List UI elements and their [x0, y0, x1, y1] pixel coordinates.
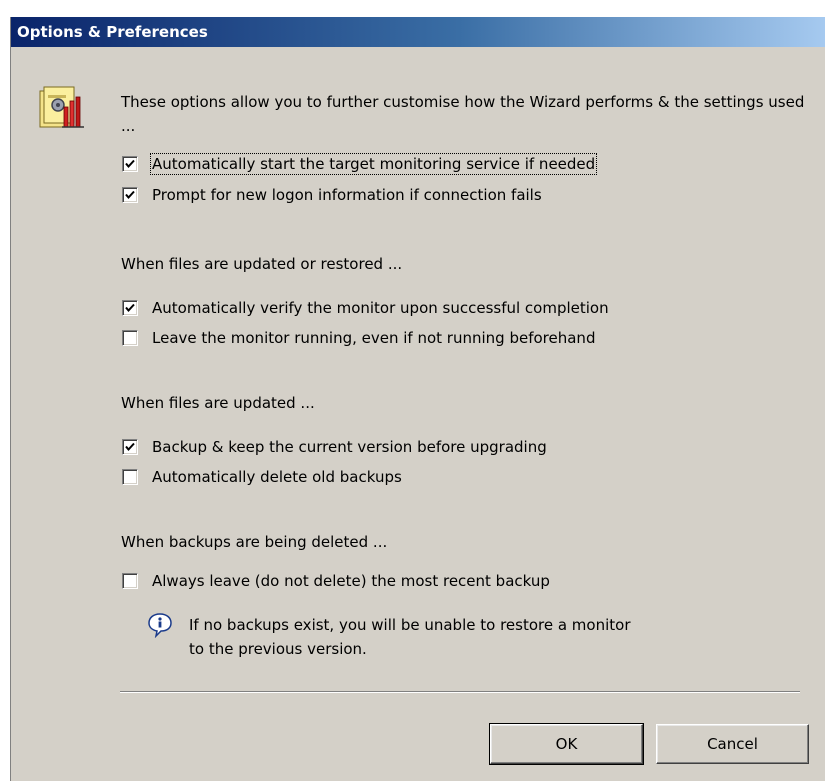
- section-heading-deleted: When backups are being deleted ...: [121, 533, 388, 551]
- checkbox-box[interactable]: [122, 573, 138, 589]
- checkbox-label: Prompt for new logon information if conn…: [152, 186, 542, 204]
- ok-button[interactable]: OK: [489, 723, 644, 765]
- intro-text: These options allow you to further custo…: [121, 93, 805, 135]
- section-heading-updated: When files are updated ...: [121, 394, 315, 412]
- options-dialog: Options & Preferences These options allo…: [10, 17, 825, 781]
- checkbox-label: Leave the monitor running, even if not r…: [152, 329, 596, 347]
- info-line-1: If no backups exist, you will be unable …: [189, 616, 631, 634]
- prompt-logon-checkbox[interactable]: Prompt for new logon information if conn…: [122, 184, 542, 206]
- leave-monitor-running-checkbox[interactable]: Leave the monitor running, even if not r…: [122, 327, 595, 349]
- check-mark-icon: [125, 190, 135, 200]
- backup-keep-version-checkbox[interactable]: Backup & keep the current version before…: [122, 436, 547, 458]
- checkbox-label: Automatically start the target monitorin…: [149, 153, 598, 175]
- section-heading-updated-restored: When files are updated or restored ...: [121, 255, 403, 273]
- separator: [120, 691, 800, 693]
- cancel-button[interactable]: Cancel: [656, 724, 809, 764]
- check-mark-icon: [125, 303, 135, 313]
- checkbox-label: Automatically verify the monitor upon su…: [152, 299, 609, 317]
- check-mark-icon: [125, 442, 135, 452]
- checkbox-box[interactable]: [122, 187, 138, 203]
- checkbox-box[interactable]: [122, 156, 138, 172]
- auto-start-service-checkbox[interactable]: Automatically start the target monitorin…: [122, 153, 598, 175]
- checkbox-box[interactable]: [122, 330, 138, 346]
- info-line-2: to the previous version.: [189, 640, 367, 658]
- auto-delete-backups-checkbox[interactable]: Automatically delete old backups: [122, 466, 402, 488]
- wizard-settings-icon: [34, 81, 90, 137]
- auto-verify-checkbox[interactable]: Automatically verify the monitor upon su…: [122, 297, 609, 319]
- dialog-title: Options & Preferences: [11, 17, 825, 47]
- info-note: If no backups exist, you will be unable …: [189, 613, 631, 661]
- info-balloon-icon: [147, 612, 173, 639]
- leave-recent-backup-checkbox[interactable]: Always leave (do not delete) the most re…: [122, 570, 550, 592]
- checkbox-label: Backup & keep the current version before…: [152, 438, 547, 456]
- checkbox-label: Automatically delete old backups: [152, 468, 402, 486]
- checkbox-box[interactable]: [122, 300, 138, 316]
- check-mark-icon: [125, 159, 135, 169]
- checkbox-box[interactable]: [122, 439, 138, 455]
- checkbox-label: Always leave (do not delete) the most re…: [152, 572, 550, 590]
- checkbox-box[interactable]: [122, 469, 138, 485]
